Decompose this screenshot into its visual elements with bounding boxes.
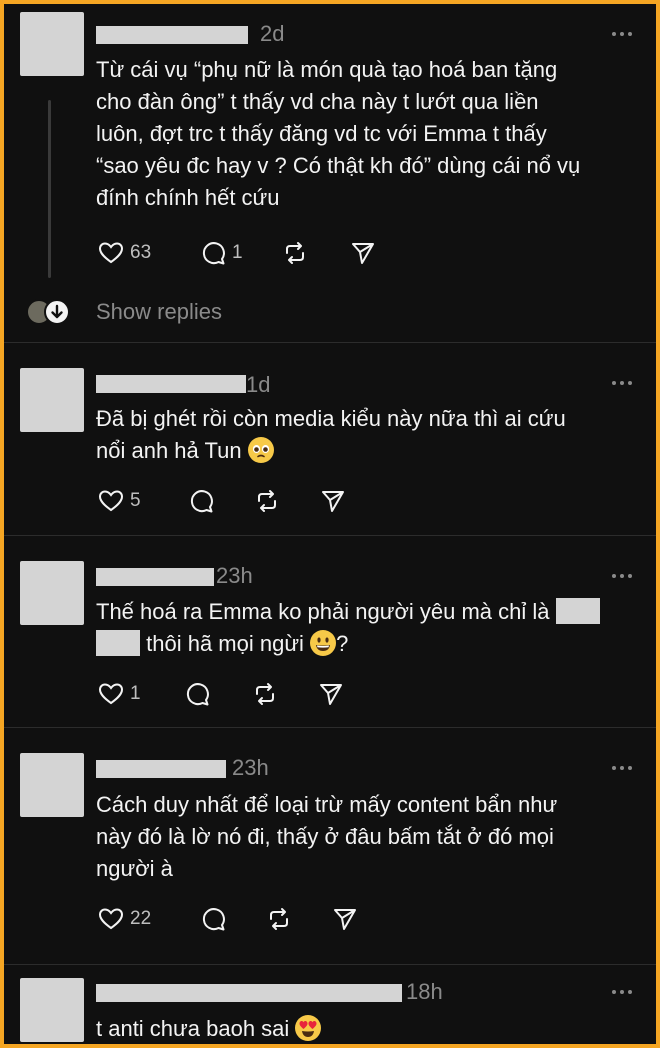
repost-button[interactable] <box>254 486 280 516</box>
grinning-face-emoji <box>310 630 337 656</box>
repost-icon <box>256 683 274 705</box>
arrow-down-icon <box>44 299 70 325</box>
timestamp: 18h <box>406 979 443 1004</box>
comment-line: này đó là lờ nó đi, thấy ở đâu bấm tắt ở… <box>96 824 554 849</box>
show-replies-row[interactable]: Show replies <box>22 297 422 327</box>
comment-line: Từ cái vụ “phụ nữ là món quà tạo hoá ban… <box>96 57 558 82</box>
more-options-icon[interactable] <box>612 381 636 389</box>
comment-text: t anti chưa baoh sai <box>96 1013 636 1044</box>
comment-button[interactable]: 1 <box>200 238 243 268</box>
comment-line: Đã bị ghét rồi còn media kiểu này nữa th… <box>96 406 566 431</box>
like-button[interactable]: 63 <box>98 238 151 268</box>
avatar[interactable] <box>20 561 84 625</box>
comment-count: 1 <box>232 242 243 263</box>
comment-line: t anti chưa baoh sai <box>96 1013 636 1044</box>
heart-icon <box>98 490 124 512</box>
share-button[interactable] <box>332 904 358 934</box>
timestamp: 23h <box>216 563 253 588</box>
timestamp: 23h <box>232 755 269 780</box>
comment-button[interactable] <box>184 679 210 709</box>
divider <box>4 964 656 965</box>
heart-icon <box>98 242 124 264</box>
redacted-username[interactable] <box>96 375 246 393</box>
avatar[interactable] <box>20 368 84 432</box>
send-icon <box>352 243 374 264</box>
timestamp: 1d <box>246 372 271 397</box>
thread-line <box>48 100 51 278</box>
comment-line: nổi anh hả Tun <box>96 435 636 467</box>
like-count: 1 <box>130 683 141 704</box>
more-options-icon[interactable] <box>612 990 636 998</box>
repost-icon <box>258 490 276 512</box>
comment-icon <box>186 683 209 706</box>
comment-line: Thế hoá ra Emma ko phải người yêu mà chỉ… <box>96 596 636 628</box>
like-button[interactable]: 22 <box>98 904 151 934</box>
heart-eyes-face-emoji <box>295 1015 322 1041</box>
comment-button[interactable] <box>188 486 214 516</box>
share-button[interactable] <box>318 679 344 709</box>
like-button[interactable]: 5 <box>98 486 141 516</box>
comment-text: Đã bị ghét rồi còn media kiểu này nữa th… <box>96 403 636 467</box>
avatar[interactable] <box>20 978 84 1042</box>
comment-line: “sao yêu đc hay v ? Có thật kh đó” dùng … <box>96 153 581 178</box>
redacted-word <box>555 598 600 624</box>
avatar[interactable] <box>20 12 84 76</box>
comment-text: Cách duy nhất để loại trừ mấy content bẩ… <box>96 789 636 885</box>
send-icon <box>320 684 342 705</box>
comment-line: Cách duy nhất để loại trừ mấy content bẩ… <box>96 792 558 817</box>
more-options-icon[interactable] <box>612 574 636 582</box>
timestamp: 2d <box>260 21 285 46</box>
avatar[interactable] <box>20 753 84 817</box>
threads-comment-feed: 2d Từ cái vụ “phụ nữ là món quà tạo hoá … <box>4 4 656 1044</box>
repost-icon <box>270 908 288 930</box>
like-count: 63 <box>130 242 152 263</box>
comment-text: Thế hoá ra Emma ko phải người yêu mà chỉ… <box>96 596 636 660</box>
redacted-username[interactable] <box>96 984 402 1002</box>
repost-button[interactable] <box>252 679 278 709</box>
divider <box>4 727 656 728</box>
send-icon <box>334 909 356 930</box>
share-button[interactable] <box>350 238 376 268</box>
show-replies-link[interactable]: Show replies <box>96 297 222 327</box>
more-options-icon[interactable] <box>612 32 636 40</box>
send-icon <box>322 491 344 512</box>
comment-line: cho đàn ông” t thấy vd cha này t lướt qu… <box>96 89 539 114</box>
comment-line: người à <box>96 856 173 881</box>
heart-icon <box>98 683 124 705</box>
like-count: 22 <box>130 908 152 929</box>
comment-icon <box>202 908 225 931</box>
comment-icon <box>190 490 213 513</box>
comment-line: thôi hã mọi ngừi ? <box>96 628 636 660</box>
redacted-word <box>96 630 140 656</box>
divider <box>4 535 656 536</box>
heart-icon <box>98 908 124 930</box>
repost-button[interactable] <box>282 238 308 268</box>
comment-line: luôn, đợt trc t thấy đăng vd tc với Emma… <box>96 121 547 146</box>
repost-icon <box>286 242 304 264</box>
comment-line: đính chính hết cứu <box>96 185 280 210</box>
comment-button[interactable] <box>200 904 226 934</box>
comment-icon <box>202 242 225 265</box>
redacted-username[interactable] <box>96 568 214 586</box>
pleading-face-emoji <box>247 437 274 463</box>
share-button[interactable] <box>320 486 346 516</box>
divider <box>4 342 656 343</box>
like-button[interactable]: 1 <box>98 679 141 709</box>
more-options-icon[interactable] <box>612 766 636 774</box>
redacted-username[interactable] <box>96 760 226 778</box>
redacted-username[interactable] <box>96 26 248 44</box>
like-count: 5 <box>130 490 141 511</box>
repost-button[interactable] <box>266 904 292 934</box>
comment-text: Từ cái vụ “phụ nữ là món quà tạo hoá ban… <box>96 54 636 214</box>
